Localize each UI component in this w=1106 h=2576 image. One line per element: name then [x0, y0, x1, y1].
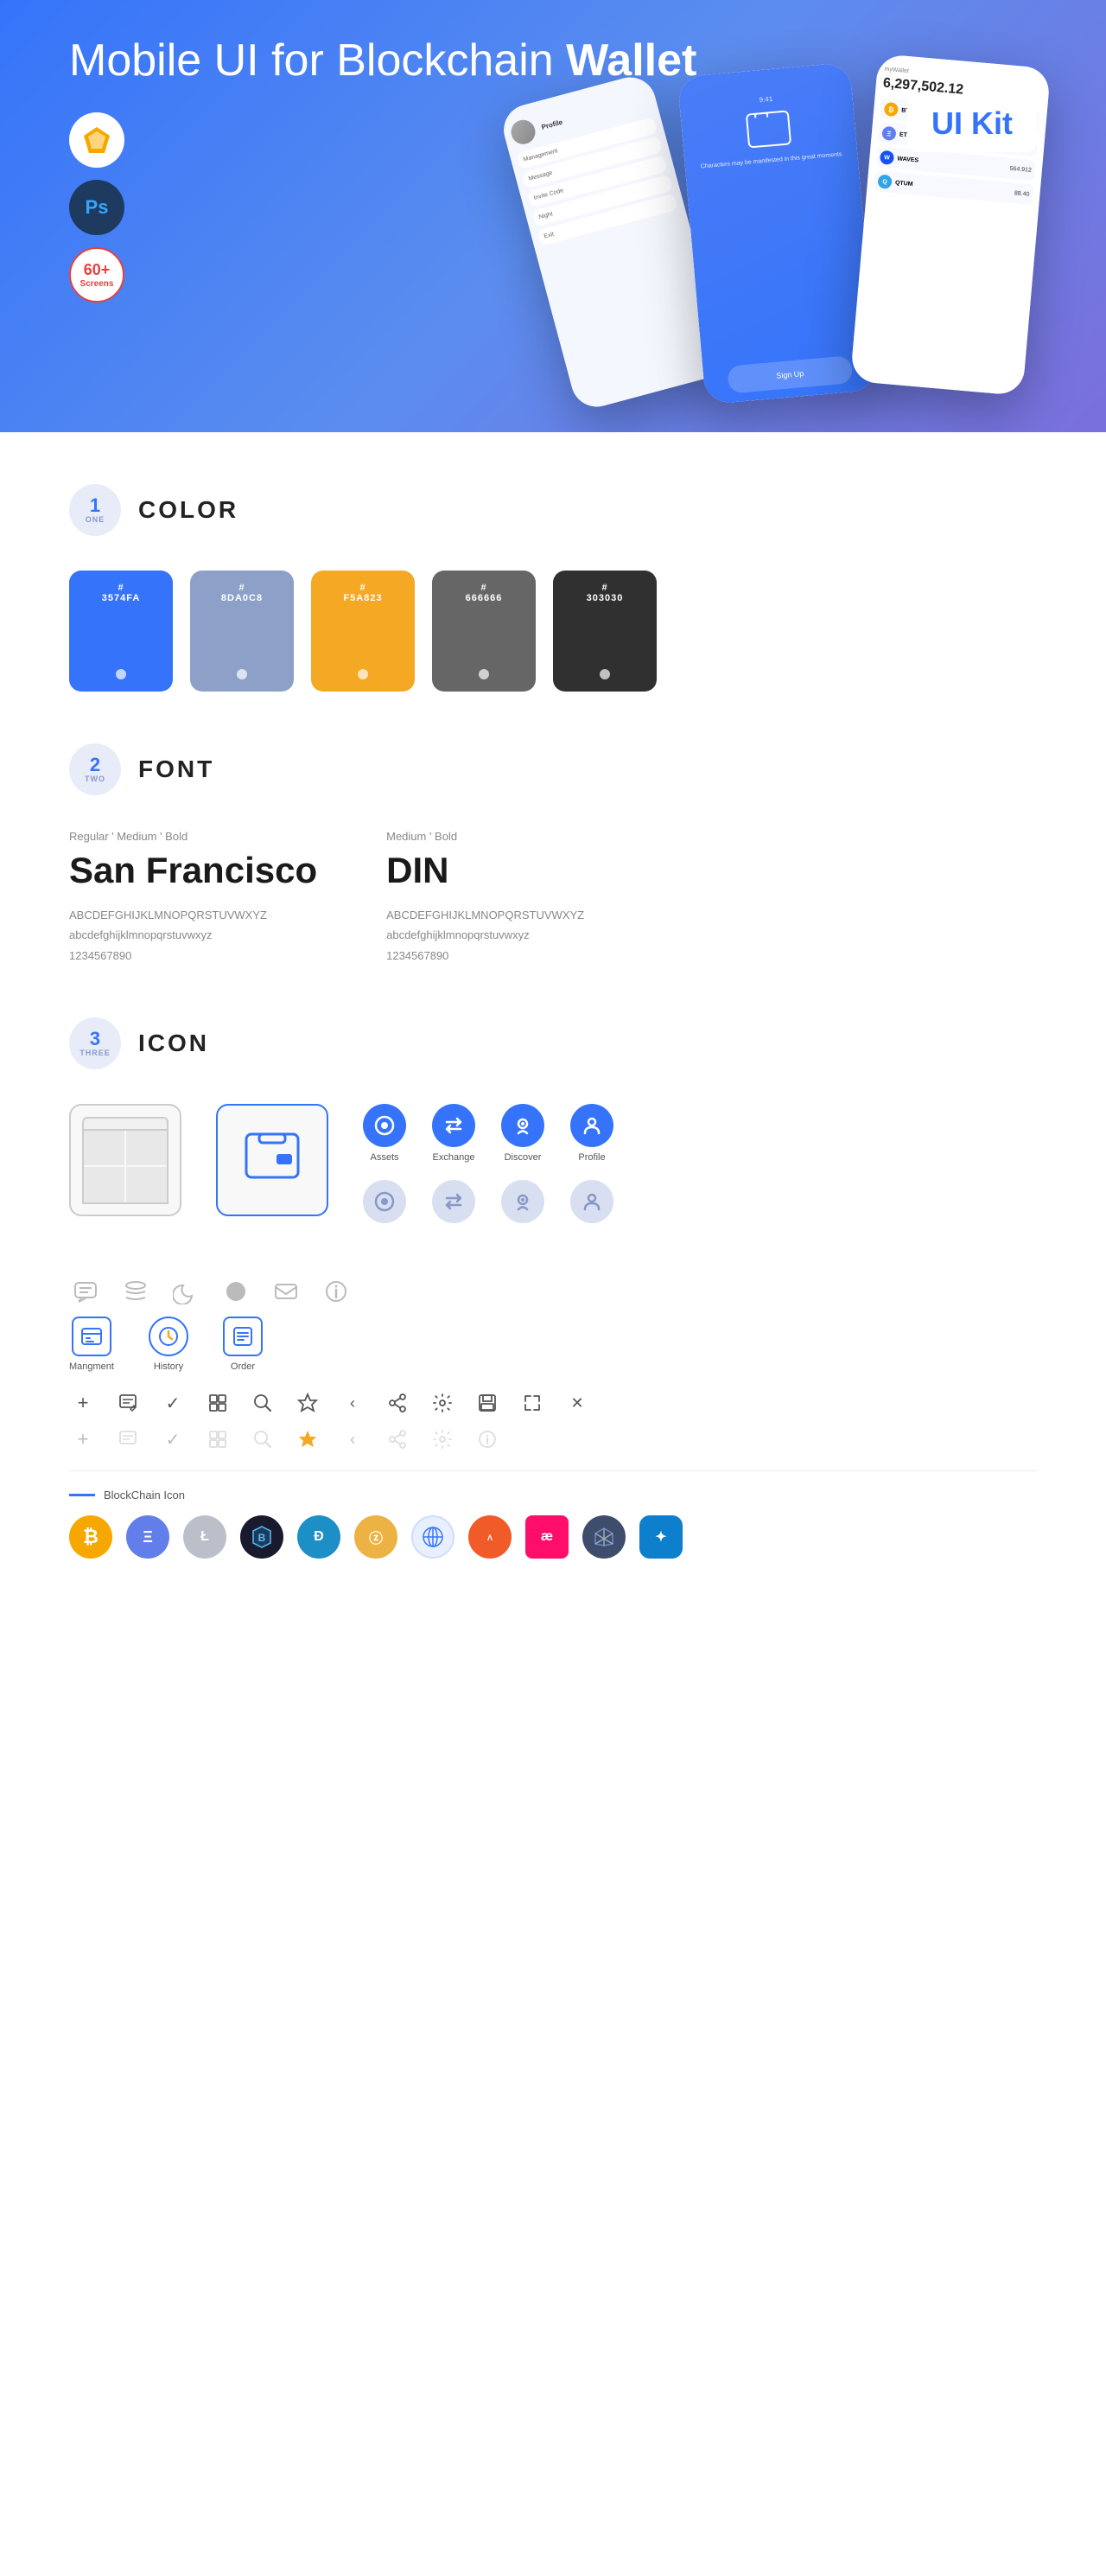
assets-gray-icon — [363, 1180, 406, 1223]
profile-icon — [570, 1104, 613, 1147]
swatch-gray: # 666666 — [432, 571, 536, 692]
save-icon — [474, 1389, 501, 1417]
history-icon — [149, 1317, 188, 1356]
misc-icons-row — [69, 1275, 1037, 1308]
share-icon — [384, 1389, 411, 1417]
grid-icon — [204, 1389, 232, 1417]
ui-kit-badge: UI Kit — [907, 95, 1037, 152]
gray-nav-icons — [363, 1180, 613, 1223]
svg-text:B: B — [258, 1532, 266, 1544]
font-title: FONT — [138, 756, 214, 783]
star-icon — [294, 1389, 321, 1417]
sketch-badge — [69, 112, 124, 168]
profile-icon-item: Profile — [570, 1104, 613, 1163]
share-gray-icon — [384, 1425, 411, 1453]
icon-title: ICON — [138, 1030, 209, 1057]
swatch-orange: # F5A823 — [311, 571, 415, 692]
chevron-left-icon: ‹ — [339, 1389, 366, 1417]
message-icon — [270, 1275, 302, 1308]
star-orange-icon — [294, 1425, 321, 1453]
settings-gray-icon — [429, 1425, 456, 1453]
plus-icon: + — [69, 1389, 97, 1417]
blockchain-line — [69, 1494, 95, 1496]
icon-section-content: Assets Exchange — [69, 1104, 1037, 1559]
small-icons-colored: + ✓ — [69, 1389, 1037, 1417]
svg-text:Ʌ: Ʌ — [487, 1533, 493, 1542]
color-title: COLOR — [138, 496, 238, 524]
hero-section: Mobile UI for Blockchain Wallet UI Kit P… — [0, 0, 1106, 432]
circle-icon — [219, 1275, 252, 1308]
order-icon-item: Order — [223, 1317, 263, 1372]
management-icon — [72, 1317, 111, 1356]
color-section-header: 1 ONE COLOR — [69, 484, 1037, 536]
chevron-left-gray-icon: ‹ — [339, 1425, 366, 1453]
search-gray-icon — [249, 1425, 276, 1453]
network-icon — [411, 1515, 454, 1559]
divider — [69, 1470, 1037, 1471]
main-content: 1 ONE COLOR # 3574FA # 8DA0C8 # F5A823 #… — [0, 484, 1106, 1559]
hero-badges: Ps 60+ Screens — [69, 112, 1037, 303]
section-num-2: 2 TWO — [69, 743, 121, 795]
check-gray-icon: ✓ — [159, 1425, 187, 1453]
chat-icon — [69, 1275, 102, 1308]
settings-icon — [429, 1389, 456, 1417]
stellar-icon: ✦ — [639, 1515, 683, 1559]
search-icon — [249, 1389, 276, 1417]
ethereum-icon: Ξ — [126, 1515, 169, 1559]
check-icon: ✓ — [159, 1389, 187, 1417]
section-num-3: 3 THREE — [69, 1017, 121, 1069]
grid-gray-icon — [204, 1425, 232, 1453]
info-icon — [320, 1275, 353, 1308]
dash-icon: Đ — [297, 1515, 340, 1559]
moon-icon — [169, 1275, 202, 1308]
swatch-slate: # 8DA0C8 — [190, 571, 294, 692]
profile-gray-icon — [570, 1180, 613, 1223]
font-section-header: 2 TWO FONT — [69, 743, 1037, 795]
discover-icon-item: Discover — [501, 1104, 544, 1163]
ark-icon: Ʌ — [468, 1515, 512, 1559]
blockchain-icons: ₿ Ξ Ł B Đ ⓩ — [69, 1515, 1037, 1559]
icon-section-header: 3 THREE ICON — [69, 1017, 1037, 1069]
zcash-icon: ⓩ — [354, 1515, 397, 1559]
wireframe-icons — [69, 1104, 328, 1216]
aeternity-icon: æ — [525, 1515, 569, 1559]
plus-gray-icon: + — [69, 1425, 97, 1453]
bitcoin-icon: ₿ — [69, 1515, 112, 1559]
expand-icon — [518, 1389, 546, 1417]
history-icon-item: History — [149, 1317, 188, 1372]
font-san-francisco: Regular ' Medium ' Bold San Francisco AB… — [69, 830, 317, 966]
small-icons-gray: + ✓ — [69, 1425, 1037, 1453]
info-gray-icon — [474, 1425, 501, 1453]
font-din: Medium ' Bold DIN ABCDEFGHIJKLMNOPQRSTUV… — [386, 830, 584, 966]
swatch-blue: # 3574FA — [69, 571, 173, 692]
mgmt-icons: Mangment History — [69, 1317, 1037, 1372]
discover-icon — [501, 1104, 544, 1147]
discover-gray-icon — [501, 1180, 544, 1223]
order-icon — [223, 1317, 263, 1356]
edit-icon — [114, 1389, 142, 1417]
swatch-dark: # 303030 — [553, 571, 657, 692]
management-icon-item: Mangment — [69, 1317, 114, 1372]
layers-icon — [119, 1275, 152, 1308]
exchange-gray-icon — [432, 1180, 475, 1223]
litecoin-icon: Ł — [183, 1515, 226, 1559]
screens-badge: 60+ Screens — [69, 247, 124, 303]
close-icon: ✕ — [563, 1389, 591, 1417]
gnosis-icon — [582, 1515, 626, 1559]
assets-icon-item: Assets — [363, 1104, 406, 1163]
edit-gray-icon — [114, 1425, 142, 1453]
wireframe-phone-2 — [216, 1104, 328, 1216]
font-section: Regular ' Medium ' Bold San Francisco AB… — [69, 830, 1037, 966]
wireframe-phone-1 — [69, 1104, 181, 1216]
exchange-icon — [432, 1104, 475, 1147]
hero-title: Mobile UI for Blockchain Wallet — [69, 35, 1037, 86]
exchange-icon-item: Exchange — [432, 1104, 475, 1163]
photoshop-badge: Ps — [69, 180, 124, 235]
colored-nav-icons: Assets Exchange — [363, 1104, 613, 1249]
blackcoin-icon: B — [240, 1515, 283, 1559]
assets-icon — [363, 1104, 406, 1147]
color-swatches: # 3574FA # 8DA0C8 # F5A823 # 666666 # 30… — [69, 571, 1037, 692]
blockchain-header: BlockChain Icon — [69, 1489, 1037, 1502]
section-num-1: 1 ONE — [69, 484, 121, 536]
